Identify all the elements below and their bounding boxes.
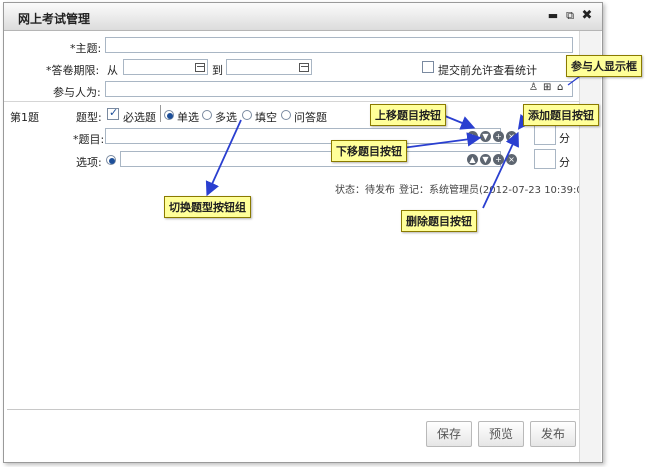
callout-switch-type: 切换题型按钮组 — [164, 196, 251, 218]
arrow-delete — [482, 131, 519, 209]
callout-move-down: 下移题目按钮 — [331, 140, 407, 162]
arrow-move-down — [401, 132, 482, 149]
callout-move-up: 上移题目按钮 — [370, 104, 446, 126]
callout-participant-box: 参与人显示框 — [566, 55, 642, 77]
annotation-arrows — [205, 73, 584, 209]
callout-add: 添加题目按钮 — [523, 104, 599, 126]
arrow-switch-type — [205, 119, 242, 197]
callout-delete: 删除题目按钮 — [401, 210, 477, 232]
arrow-move-up — [444, 115, 476, 130]
